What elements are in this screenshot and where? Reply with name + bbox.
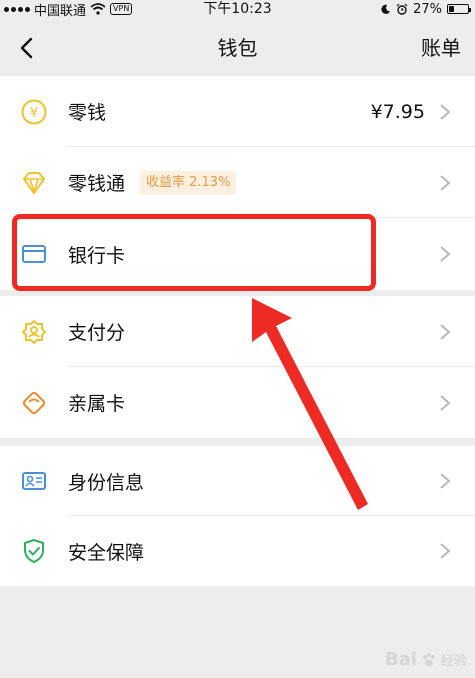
wallet-group-3: 身份信息 安全保障	[0, 446, 475, 586]
wallet-screen: 中国联通 VPN 下午10:23 27% 钱包 账单 ¥ 零钱 ¥7.95 零钱…	[0, 0, 475, 678]
row-label: 零钱通	[68, 173, 126, 195]
row-label: 支付分	[68, 322, 126, 344]
row-label: 零钱	[68, 102, 107, 124]
page-title: 钱包	[217, 36, 258, 60]
status-bar: 中国联通 VPN 下午10:23 27%	[0, 0, 475, 19]
row-label: 身份信息	[68, 471, 145, 494]
id-card-icon	[22, 472, 46, 490]
row-label: 安全保障	[68, 541, 145, 564]
battery-icon	[447, 4, 471, 14]
svg-text:¥: ¥	[30, 106, 38, 121]
yield-rate-badge: 收益率 2.13%	[140, 170, 237, 195]
wallet-group-2: 支付分 亲属卡	[0, 296, 475, 438]
pay-score-icon	[22, 319, 46, 344]
yuan-coin-icon: ¥	[21, 99, 47, 124]
row-security[interactable]: 安全保障	[0, 516, 475, 586]
chevron-right-icon	[440, 174, 451, 191]
watermark-site: 经验	[440, 654, 467, 669]
chevron-right-icon	[440, 103, 451, 120]
status-right: 27%	[380, 0, 471, 18]
diamond-icon	[23, 171, 45, 194]
row-change[interactable]: ¥ 零钱 ¥7.95	[0, 76, 475, 147]
watermark: Bai 经验	[385, 649, 467, 670]
bill-button[interactable]: 账单	[421, 20, 461, 76]
shield-check-icon	[24, 539, 44, 563]
chevron-right-icon	[440, 246, 451, 262]
baidu-logo: Bai	[384, 649, 417, 670]
chevron-right-icon	[440, 543, 451, 559]
chevron-right-icon	[440, 473, 451, 489]
chevron-right-icon	[440, 394, 451, 411]
row-pay-score[interactable]: 支付分	[0, 296, 475, 367]
highlight-box	[12, 214, 376, 291]
paw-icon	[422, 652, 435, 666]
family-card-icon	[22, 391, 46, 414]
moon-icon	[381, 4, 391, 14]
row-identity-info[interactable]: 身份信息	[0, 446, 475, 516]
alarm-icon	[396, 3, 408, 15]
row-label: 亲属卡	[68, 393, 126, 415]
row-family-card[interactable]: 亲属卡	[0, 367, 475, 438]
row-lingqiantong[interactable]: 零钱通 收益率 2.13%	[0, 147, 475, 218]
battery-percent: 27%	[413, 1, 442, 17]
nav-bar: 钱包 账单	[0, 20, 475, 76]
chevron-right-icon	[440, 323, 451, 340]
annotation-arrow-icon	[252, 298, 368, 510]
change-balance: ¥7.95	[370, 100, 425, 123]
